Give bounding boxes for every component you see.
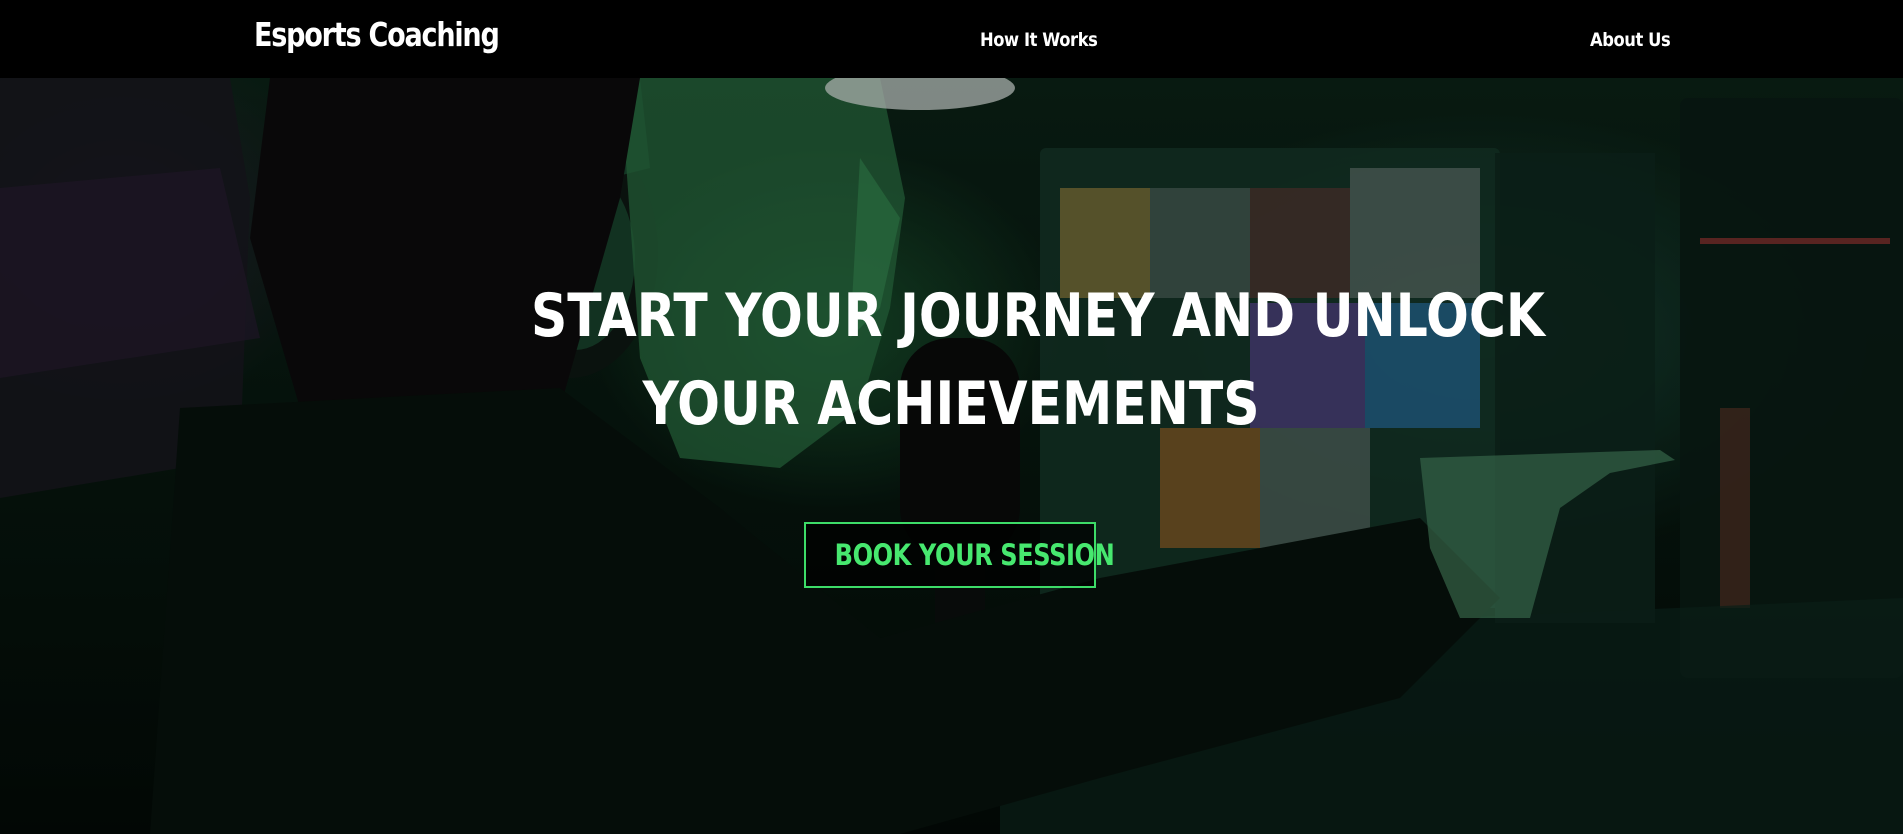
book-session-button[interactable]: BOOK YOUR SESSION (804, 522, 1115, 588)
hero-headline-line-2: YOUR ACHIEVEMENTS (642, 369, 1260, 439)
book-session-label: BOOK YOUR SESSION (834, 538, 1115, 572)
hero-headline-line-1: START YOUR JOURNEY AND UNLOCK (531, 281, 1545, 351)
hero-section: START YOUR JOURNEY AND UNLOCK YOUR ACHIE… (0, 78, 1903, 834)
hero-dark-overlay (0, 78, 1903, 834)
nav-about-us[interactable]: About Us (1590, 28, 1671, 52)
hero-headline: START YOUR JOURNEY AND UNLOCK YOUR ACHIE… (451, 272, 1545, 448)
nav-how-it-works[interactable]: How It Works (980, 28, 1098, 52)
brand-logo-text[interactable]: Esports Coaching (254, 14, 500, 56)
site-header: Esports Coaching How It Works About Us (0, 0, 1903, 78)
